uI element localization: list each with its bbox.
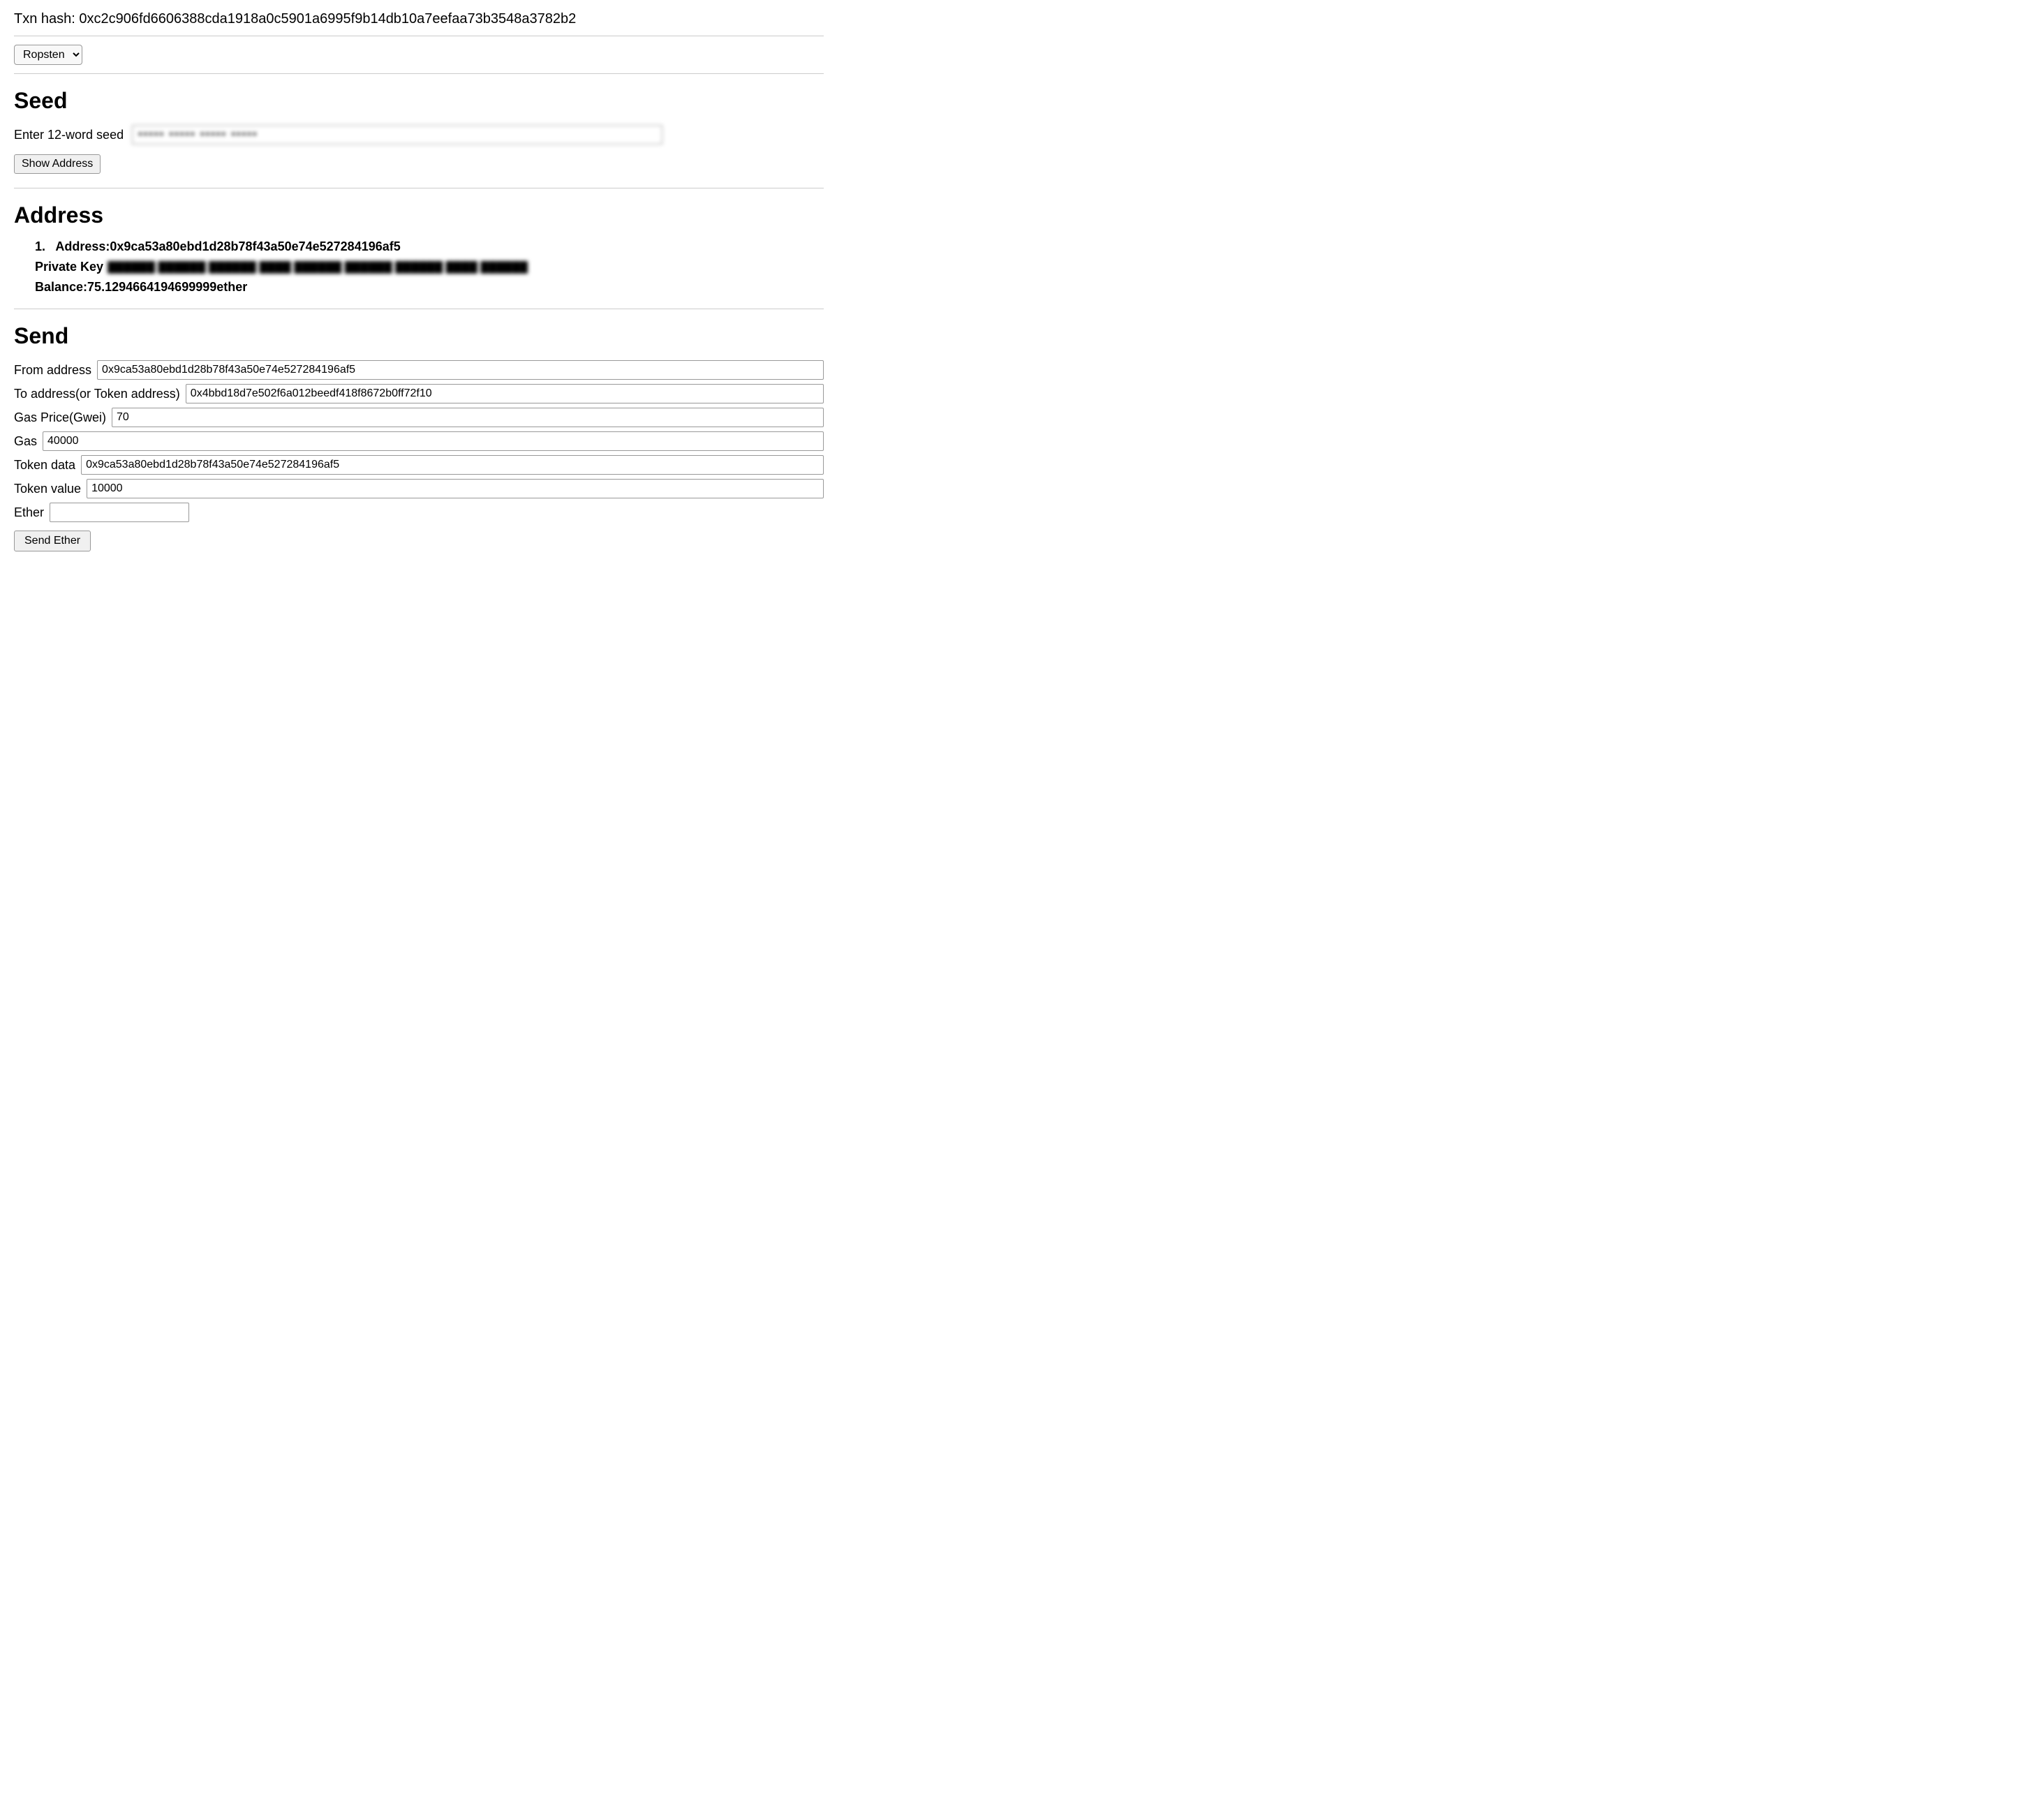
- txn-hash: Txn hash: 0xc2c906fd6606388cda1918a0c590…: [14, 11, 824, 27]
- send-title: Send: [14, 323, 824, 349]
- address-item-label: Address:: [55, 239, 110, 253]
- balance-value: 75.1294664194699999ether: [87, 280, 247, 294]
- txn-hash-label: Txn hash:: [14, 11, 75, 27]
- to-address-input[interactable]: [186, 384, 824, 403]
- ether-input[interactable]: [50, 503, 189, 522]
- to-address-label: To address(or Token address): [14, 387, 180, 401]
- send-ether-button[interactable]: Send Ether: [14, 531, 91, 551]
- token-value-label: Token value: [14, 482, 81, 496]
- address-item-value: 0x9ca53a80ebd1d28b78f43a50e74e527284196a…: [110, 239, 400, 253]
- seed-row: Enter 12-word seed: [14, 125, 824, 144]
- ether-label: Ether: [14, 505, 44, 520]
- private-key-label: Private Key: [35, 260, 103, 274]
- seed-input-label: Enter 12-word seed: [14, 128, 124, 142]
- gas-row: Gas: [14, 431, 824, 451]
- ether-row: Ether: [14, 503, 824, 522]
- from-address-row: From address: [14, 360, 824, 380]
- divider-1: [14, 73, 824, 74]
- to-address-row: To address(or Token address): [14, 384, 824, 403]
- token-value-row: Token value: [14, 479, 824, 498]
- token-data-row: Token data: [14, 455, 824, 475]
- network-select[interactable]: Ropsten Mainnet Kovan Rinkeby: [14, 45, 82, 65]
- network-select-row: Ropsten Mainnet Kovan Rinkeby: [14, 45, 824, 65]
- token-data-label: Token data: [14, 458, 75, 473]
- token-data-input[interactable]: [81, 455, 824, 475]
- gas-input[interactable]: [43, 431, 824, 451]
- show-address-button[interactable]: Show Address: [14, 154, 101, 174]
- from-address-label: From address: [14, 363, 91, 378]
- private-key-value: ██████ ██████ ██████ ████ ██████ ██████ …: [108, 261, 528, 274]
- private-key-row: Private Key ██████ ██████ ██████ ████ ██…: [35, 260, 824, 274]
- gas-price-label: Gas Price(Gwei): [14, 410, 106, 425]
- seed-title: Seed: [14, 88, 824, 114]
- send-section: Send From address To address(or Token ad…: [14, 323, 824, 551]
- seed-input[interactable]: [132, 125, 662, 144]
- token-value-input[interactable]: [87, 479, 824, 498]
- txn-hash-value: 0xc2c906fd6606388cda1918a0c5901a6995f9b1…: [79, 11, 576, 27]
- gas-price-input[interactable]: [112, 408, 824, 427]
- address-item-number: 1. Address:0x9ca53a80ebd1d28b78f43a50e74…: [35, 239, 824, 254]
- gas-price-row: Gas Price(Gwei): [14, 408, 824, 427]
- balance-label: Balance:: [35, 280, 87, 294]
- gas-label: Gas: [14, 434, 37, 449]
- address-item-1: 1. Address:0x9ca53a80ebd1d28b78f43a50e74…: [35, 239, 824, 295]
- from-address-input[interactable]: [97, 360, 824, 380]
- address-section: Address 1. Address:0x9ca53a80ebd1d28b78f…: [14, 202, 824, 295]
- balance-line: Balance:75.1294664194699999ether: [35, 280, 824, 295]
- seed-section: Seed Enter 12-word seed Show Address: [14, 88, 824, 174]
- address-title: Address: [14, 202, 824, 228]
